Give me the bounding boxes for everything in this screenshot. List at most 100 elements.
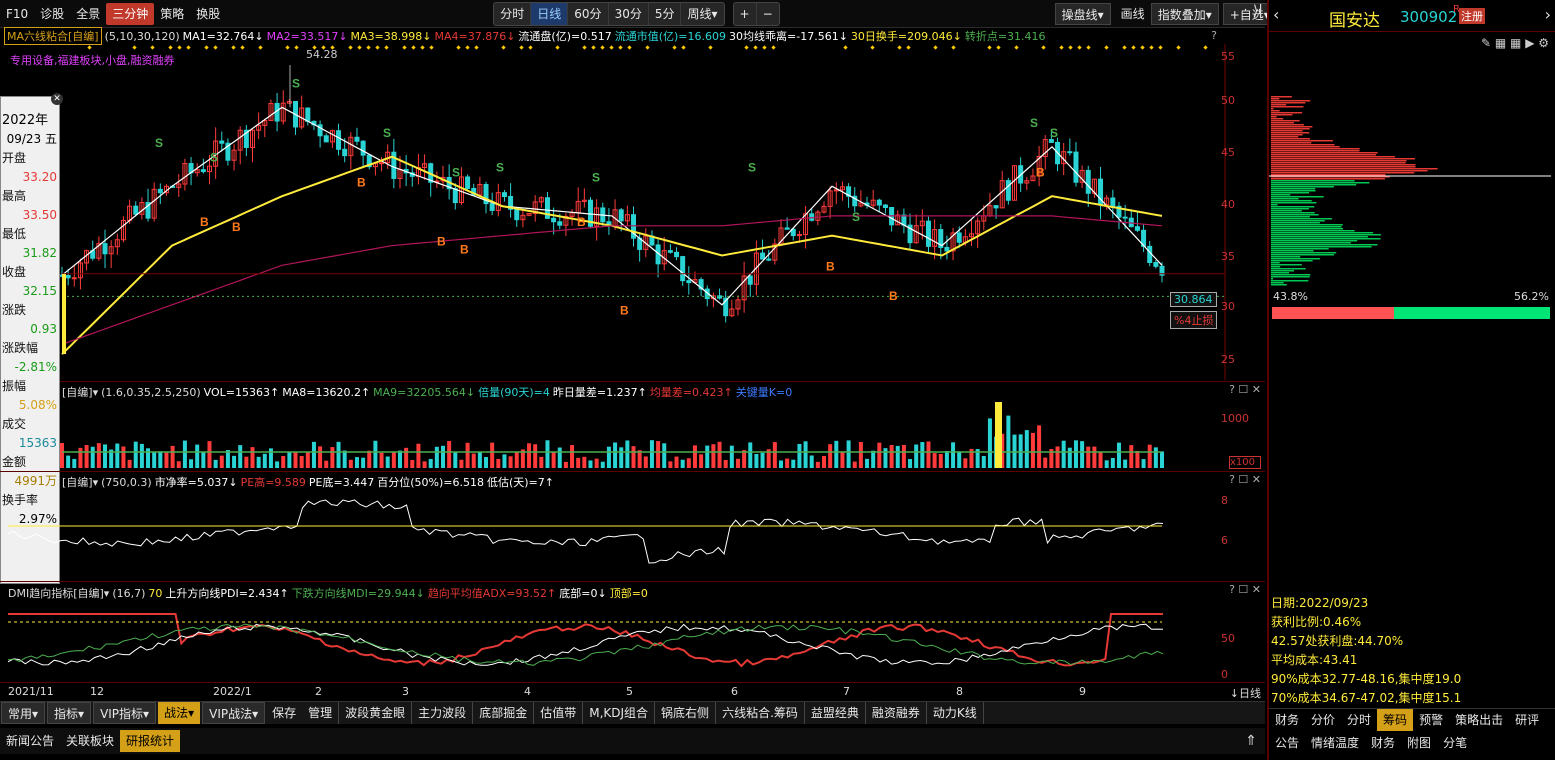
dmi-bottom: 底部=0↓ — [559, 587, 607, 600]
period-5min[interactable]: 5分 — [649, 2, 682, 25]
tab-related-sectors[interactable]: 关联板块 — [60, 730, 120, 752]
nav-diagnose[interactable]: 诊股 — [34, 3, 70, 25]
expand-icon[interactable]: ⇑ — [1245, 733, 1257, 749]
rtab-research[interactable]: 研评 — [1509, 709, 1545, 731]
period-intraday[interactable]: 分时 — [494, 2, 532, 25]
save-button[interactable]: 保存 — [266, 702, 302, 724]
volume-panel-controls[interactable]: ? ☐ ✕ — [1229, 383, 1261, 396]
pe-chart[interactable] — [0, 488, 1225, 580]
y-tick-25: 25 — [1221, 353, 1235, 366]
vol-ma8: MA8=13620.2↑ — [282, 385, 371, 399]
tab-valuation-band[interactable]: 估值带 — [533, 702, 582, 724]
chip-bar — [1271, 126, 1313, 128]
float-value: 流通市值(亿)=16.609 — [614, 30, 727, 43]
volume-bar — [649, 440, 654, 468]
tab-yimeng-classic[interactable]: 益盟经典 — [803, 702, 865, 724]
pe-panel-controls[interactable]: ? ☐ ✕ — [1229, 473, 1261, 486]
tab-bottom-mining[interactable]: 底部掘金 — [472, 702, 533, 724]
rtab-notice[interactable]: 公告 — [1269, 732, 1305, 754]
tab-main-band[interactable]: 主力波段 — [411, 702, 472, 724]
zoom-in-button[interactable]: + — [734, 2, 757, 25]
signal-dot — [204, 45, 209, 50]
nav-f10[interactable]: F10 — [0, 3, 34, 25]
chip-bar — [1271, 144, 1335, 146]
nav-three-min[interactable]: 三分钟 — [106, 2, 155, 25]
chip-bar — [1271, 108, 1274, 110]
tab-vip-indicator[interactable]: VIP指标▾ — [93, 702, 157, 724]
chip-bar — [1271, 98, 1280, 100]
period-weekly[interactable]: 周线▾ — [681, 3, 723, 25]
kline-chart[interactable]: SSB BSSBSBBSBSBSSBBSSB — [0, 44, 1265, 380]
volume-bar — [324, 460, 329, 468]
nav-switch-stock[interactable]: 换股 — [190, 3, 226, 25]
next-stock-icon[interactable]: › — [1545, 5, 1551, 24]
tab-band-golden-eye[interactable]: 波段黄金眼 — [338, 702, 411, 724]
chip-bar — [1271, 160, 1407, 162]
index-overlay-button[interactable]: 指数叠加▾ — [1150, 2, 1219, 25]
candle-body — [557, 221, 563, 226]
rtab-finance[interactable]: 财务 — [1269, 709, 1305, 731]
chip-bar — [1271, 196, 1324, 198]
rtab-sentiment[interactable]: 情绪温度 — [1305, 732, 1365, 754]
volume-bar — [465, 442, 470, 468]
volume-panel: [自编]▾ (1.6,0.35,2.5,250) VOL=15363↑ MA8=… — [0, 382, 1265, 472]
volume-bar — [1123, 459, 1128, 468]
rtab-chips[interactable]: 筹码 — [1377, 709, 1414, 731]
dmi-chart[interactable] — [0, 600, 1225, 682]
rtab-alert[interactable]: 预警 — [1413, 709, 1449, 731]
volume-bar — [428, 458, 433, 468]
nav-panorama[interactable]: 全景 — [70, 3, 106, 25]
collapse-icon[interactable]: ⟩| — [1253, 3, 1263, 19]
help-icon[interactable]: ? — [1211, 29, 1217, 42]
tab-power-kline[interactable]: 动力K线 — [925, 702, 984, 724]
rtab-ticks[interactable]: 分笔 — [1437, 732, 1473, 754]
tab-vip-tactics[interactable]: VIP战法▾ — [202, 702, 266, 724]
rtab-subchart[interactable]: 附图 — [1401, 732, 1437, 754]
zoom-out-button[interactable]: − — [757, 3, 779, 25]
x-axis-period[interactable]: ↓日线 — [1230, 685, 1261, 701]
rtab-strategy[interactable]: 策略出击 — [1449, 709, 1509, 731]
dmi-indicator-name[interactable]: DMI趋向指标[自编]▾ — [8, 585, 109, 601]
tab-mkdj[interactable]: M,KDJ组合 — [582, 702, 654, 724]
signal-dot — [1059, 45, 1064, 50]
tab-indicator[interactable]: 指标▾ — [47, 702, 92, 724]
tab-six-line-chip[interactable]: 六线粘合.筹码 — [715, 702, 804, 724]
period-60min[interactable]: 60分 — [568, 2, 609, 25]
tab-tactics[interactable]: 战法▾ — [158, 702, 201, 724]
rtab-intraday[interactable]: 分时 — [1341, 709, 1377, 731]
volume-bar — [920, 442, 925, 468]
close-icon[interactable]: ✕ — [51, 93, 63, 105]
volume-bar — [846, 440, 851, 468]
nav-strategy[interactable]: 策略 — [154, 3, 190, 25]
chip-tool-icons[interactable]: ✎ ▦ ▦ ▶ ⚙ — [1481, 36, 1549, 50]
rtab-price-dist[interactable]: 分价 — [1305, 709, 1341, 731]
tab-margin[interactable]: 融资融券 — [864, 702, 926, 724]
prev-stock-icon[interactable]: ‹ — [1273, 5, 1279, 24]
tab-pot-bottom[interactable]: 锅底右侧 — [654, 702, 715, 724]
tab-research-stats[interactable]: 研报统计 — [120, 730, 181, 752]
tab-common[interactable]: 常用▾ — [1, 702, 46, 724]
dmi-panel-controls[interactable]: ? ☐ ✕ — [1229, 583, 1261, 596]
volume-chart[interactable] — [0, 398, 1225, 470]
chip-bar — [1271, 278, 1273, 280]
indicator-select[interactable]: MA六线粘合[自编] — [4, 27, 102, 45]
period-30min[interactable]: 30分 — [609, 2, 649, 25]
manage-button[interactable]: 管理 — [302, 702, 338, 724]
signal-dot — [897, 45, 902, 50]
signal-dot — [744, 45, 749, 50]
volume-bar — [1061, 440, 1066, 468]
volume-bar — [1055, 446, 1060, 468]
draw-line-button[interactable]: 画线 — [1115, 3, 1151, 25]
signal-dot — [762, 45, 767, 50]
dmi-panel: DMI趋向指标[自编]▾ (16,7) 70 上升方向线PDI=2.434↑ 下… — [0, 582, 1265, 682]
tab-news[interactable]: 新闻公告 — [0, 730, 60, 752]
period-daily[interactable]: 日线 — [531, 2, 569, 25]
buy-signal: B — [577, 215, 586, 229]
volume-bar — [809, 455, 814, 468]
rtab-finance-2[interactable]: 财务 — [1365, 732, 1401, 754]
operate-line-button[interactable]: 操盘线▾ — [1054, 2, 1111, 25]
volume-bar — [60, 443, 64, 468]
signal-dot — [402, 45, 407, 50]
sell-signal: S — [1050, 126, 1058, 140]
register-badge[interactable]: 注册 — [1459, 8, 1485, 24]
